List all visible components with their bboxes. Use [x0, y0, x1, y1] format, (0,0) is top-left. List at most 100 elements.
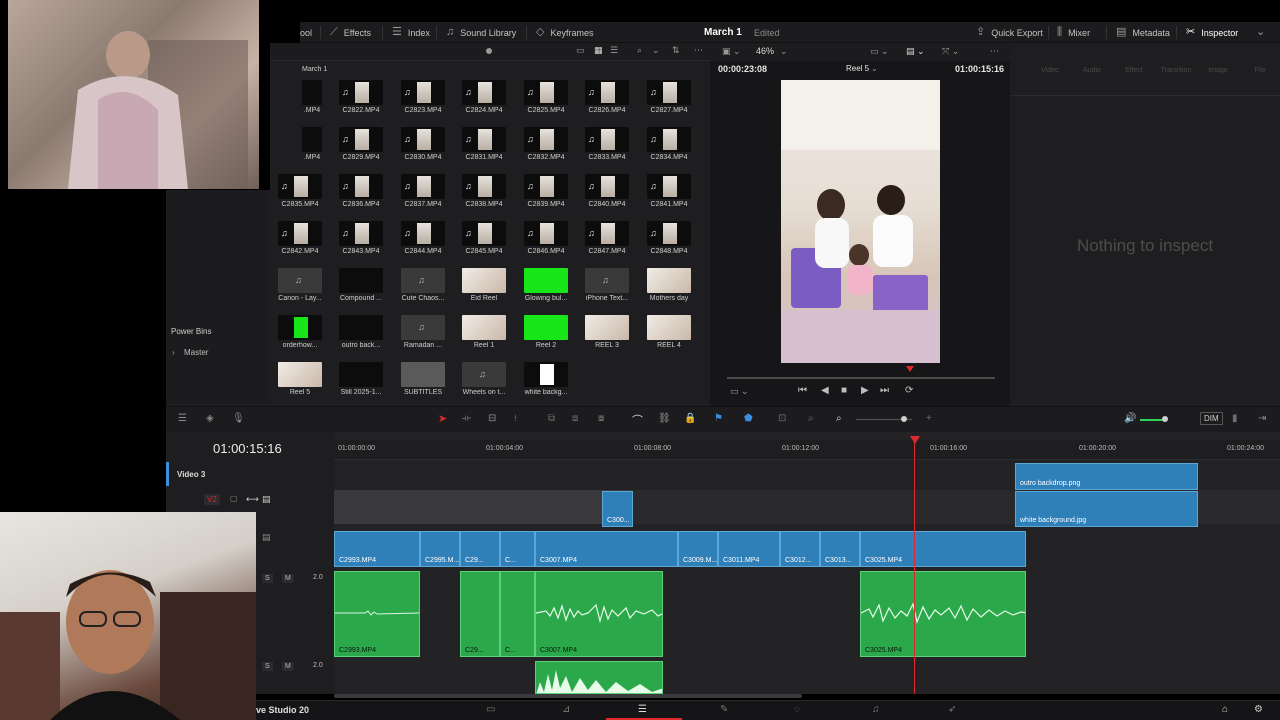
last-frame-icon[interactable]: ⏭ — [880, 385, 889, 396]
grid-view-icon[interactable]: ▦ — [594, 45, 603, 56]
fx-icon[interactable]: ◈ — [206, 413, 214, 424]
gear-icon[interactable]: ⚙ — [1254, 704, 1263, 715]
clip-thumbnail[interactable]: ♫ C2833.MP4 — [583, 127, 631, 161]
effects-button[interactable]: ⟋ Effects — [330, 22, 371, 43]
clip-thumbnail-partial[interactable]: .MP4 — [300, 127, 324, 161]
clip-thumbnail[interactable]: ♫ C2826.MP4 — [583, 80, 631, 114]
dim-button[interactable]: DIM — [1200, 412, 1223, 425]
inspector-button[interactable]: ✂ Inspector — [1186, 22, 1238, 43]
deliver-page-icon[interactable]: ➶ — [948, 704, 956, 715]
timeline-ruler[interactable]: 01:00:00:00 01:00:04:00 01:00:08:00 01:00:1… — [334, 440, 1280, 460]
zoom-select[interactable]: 46% — [756, 46, 774, 56]
color-page-icon[interactable]: ◌ — [794, 704, 800, 715]
monitor-icon[interactable]: ▣ ⌄ — [722, 46, 741, 57]
dynamic-trim-icon[interactable]: ⊟ — [488, 413, 496, 424]
search-icon[interactable]: ⌕ — [637, 45, 642, 56]
zoom-slider-handle[interactable] — [901, 416, 907, 422]
clip-thumbnail[interactable]: ♫ Cute Chaos... — [399, 268, 447, 302]
clip-thumbnail[interactable]: Compound ... — [337, 268, 385, 302]
flag-icon[interactable]: ⚑ — [714, 413, 723, 424]
slider-handle[interactable] — [486, 48, 492, 54]
timeline-clip[interactable]: C3007.MP4 — [535, 531, 678, 567]
track-output-icon[interactable]: ▤ — [262, 494, 271, 505]
timeline-clip[interactable]: white background.jpg — [1015, 491, 1198, 527]
clip-thumbnail[interactable]: Still 2025-1... — [337, 362, 385, 396]
clip-thumbnail[interactable]: outro back... — [337, 315, 385, 349]
auto-select-icon[interactable]: ⟷ — [246, 494, 259, 505]
clip-thumbnail[interactable]: ♫ Wheels on t... — [460, 362, 508, 396]
mute-button[interactable]: M — [282, 662, 294, 671]
track-output-icon[interactable]: ▤ — [262, 532, 271, 543]
zoom-detail-icon[interactable]: ⌕ — [808, 413, 814, 424]
clip-thumbnail[interactable]: ♫ C2831.MP4 — [460, 127, 508, 161]
timeline-clip[interactable]: outro backdrop.png — [1015, 463, 1198, 490]
horizontal-scrollbar[interactable] — [334, 694, 802, 698]
more-icon[interactable]: ⋯ — [694, 45, 703, 56]
chevron-down-icon[interactable]: ⌄ — [871, 64, 878, 73]
clip-thumbnail[interactable]: ♫ C2847.MP4 — [583, 221, 631, 255]
meter-icon[interactable]: ▮ — [1232, 413, 1238, 424]
clip-thumbnail[interactable]: ♫ C2824.MP4 — [460, 80, 508, 114]
first-frame-icon[interactable]: ⏮ — [798, 385, 807, 396]
clip-thumbnail[interactable]: ♫ C2842.MP4 — [276, 221, 324, 255]
more-icon[interactable]: ⋯ — [990, 46, 999, 57]
clip-thumbnail[interactable]: white backg... — [522, 362, 570, 396]
fusion-page-icon[interactable]: ✎ — [720, 704, 728, 715]
audio-clip[interactable]: C3007.MP4 — [535, 571, 663, 657]
clip-thumbnail[interactable]: Mothers day — [645, 268, 693, 302]
loop-icon[interactable]: ⟳ — [905, 385, 913, 396]
replace-clip-icon[interactable]: ⧇ — [598, 413, 604, 424]
selection-tool-icon[interactable]: ➤ — [438, 412, 447, 425]
clip-thumbnail[interactable]: ♫ C2839.MP4 — [522, 174, 570, 208]
clip-thumbnail[interactable]: ♫ C2840.MP4 — [583, 174, 631, 208]
playhead-marker[interactable] — [906, 366, 914, 372]
panel-toggle-icon[interactable]: ⇥ — [1258, 413, 1266, 424]
clip-thumbnail[interactable]: ♫ C2832.MP4 — [522, 127, 570, 161]
clip-thumbnail[interactable]: ♫ C2830.MP4 — [399, 127, 447, 161]
mute-button[interactable]: M — [282, 574, 294, 583]
clip-thumbnail[interactable]: ♫ C2827.MP4 — [645, 80, 693, 114]
clip-thumbnail[interactable]: ♫ C2835.MP4 — [276, 174, 324, 208]
clip-thumbnail[interactable]: ♫ C2829.MP4 — [337, 127, 385, 161]
play-reverse-icon[interactable]: ◀ — [821, 385, 829, 396]
audio-clip[interactable] — [535, 661, 663, 694]
clip-thumbnail[interactable]: ♫ C2823.MP4 — [399, 80, 447, 114]
clip-thumbnail[interactable]: SUBTITLES — [399, 362, 447, 396]
stop-icon[interactable]: ■ — [841, 385, 847, 396]
clip-thumbnail[interactable]: ♫ C2846.MP4 — [522, 221, 570, 255]
timeline-clip[interactable]: C3012... — [780, 531, 820, 567]
quick-export-button[interactable]: ⇪ Quick Export — [976, 22, 1043, 43]
viewer-mode-icon[interactable]: ▭ ⌄ — [870, 46, 889, 57]
playhead-handle[interactable] — [910, 436, 920, 444]
audio-clip[interactable]: C29... — [460, 571, 500, 657]
timeline-clip[interactable]: C29... — [460, 531, 500, 567]
fairlight-page-icon[interactable]: ♫ — [872, 704, 880, 715]
clip-thumbnail[interactable]: ♫ C2848.MP4 — [645, 221, 693, 255]
clip-thumbnail[interactable]: ♫ C2844.MP4 — [399, 221, 447, 255]
clip-thumbnail[interactable]: ♫ C2822.MP4 — [337, 80, 385, 114]
zoom-in-icon[interactable]: + — [926, 413, 932, 424]
clip-thumbnail-partial[interactable]: .MP4 — [300, 80, 324, 114]
home-icon[interactable]: ⌂ — [1222, 704, 1228, 715]
media-pool-button[interactable]: ool — [300, 22, 312, 43]
microphone-icon[interactable]: 🎙 — [232, 413, 245, 424]
clip-thumbnail[interactable]: ♫ C2843.MP4 — [337, 221, 385, 255]
insert-clip-icon[interactable]: ⧉ — [548, 413, 555, 424]
clip-thumbnail[interactable]: ♫ Ramadan ... — [399, 315, 447, 349]
clip-thumbnail[interactable]: Reel 1 — [460, 315, 508, 349]
clip-thumbnail[interactable]: ♫ C2838.MP4 — [460, 174, 508, 208]
snapping-icon[interactable]: ⌒ — [632, 412, 643, 428]
audio-clip[interactable]: C3025.MP4 — [860, 571, 1026, 657]
cut-page-icon[interactable]: ⊿ — [562, 704, 570, 715]
timeline-clip[interactable]: C3009.M... — [678, 531, 718, 567]
blade-tool-icon[interactable]: ⟊ — [514, 413, 517, 424]
solo-button[interactable]: S — [262, 662, 273, 671]
timeline-clip[interactable]: C3011.MP4 — [718, 531, 780, 567]
clip-thumbnail[interactable]: ♫ Canon - Lay... — [276, 268, 324, 302]
safe-area-icon[interactable]: ▤ ⌄ — [906, 46, 925, 57]
sort-icon[interactable]: ⇅ — [672, 45, 680, 56]
lock-icon[interactable]: 🔒 — [684, 413, 696, 424]
clip-thumbnail[interactable]: ♫ iPhone Text... — [583, 268, 631, 302]
clip-thumbnail[interactable]: ♫ C2841.MP4 — [645, 174, 693, 208]
clip-thumbnail[interactable]: REEL 3 — [583, 315, 631, 349]
